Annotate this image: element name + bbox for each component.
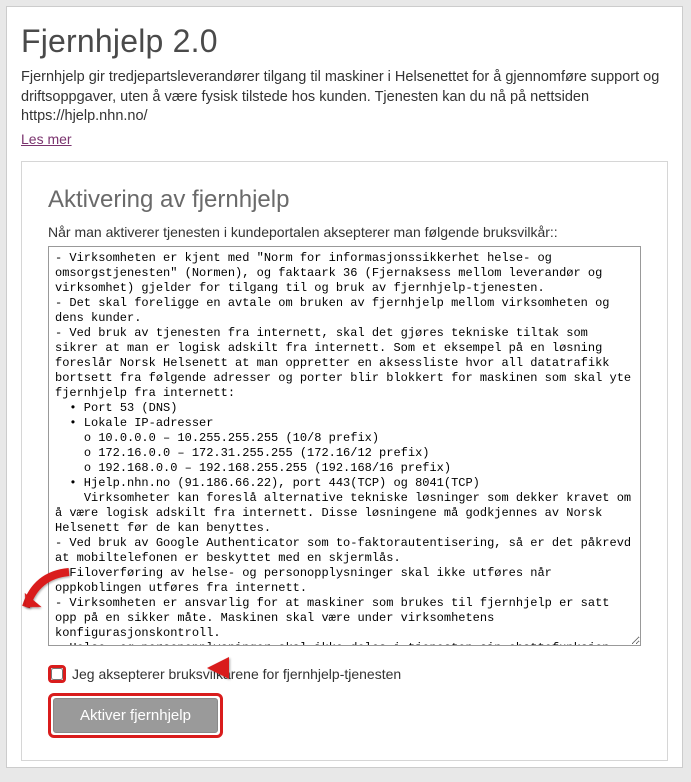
accept-row: Jeg aksepterer bruksvilkårene for fjernh… — [48, 665, 641, 683]
card-heading: Aktivering av fjernhjelp — [48, 186, 641, 214]
accept-checkbox[interactable] — [51, 668, 63, 680]
read-more-link[interactable]: Les mer — [21, 131, 72, 147]
activate-button[interactable]: Aktiver fjernhjelp — [53, 698, 218, 733]
activation-card: Aktivering av fjernhjelp Når man aktiver… — [21, 161, 668, 761]
intro-text: Fjernhjelp gir tredjepartsleverandører t… — [21, 68, 668, 127]
page-title: Fjernhjelp 2.0 — [21, 23, 668, 60]
button-highlight: Aktiver fjernhjelp — [48, 693, 223, 738]
page-container: Fjernhjelp 2.0 Fjernhjelp gir tredjepart… — [6, 6, 683, 768]
checkbox-highlight — [48, 665, 66, 683]
terms-textarea[interactable] — [48, 246, 641, 646]
accept-label: Jeg aksepterer bruksvilkårene for fjernh… — [72, 666, 401, 682]
card-subheading: Når man aktiverer tjenesten i kundeporta… — [48, 224, 641, 240]
